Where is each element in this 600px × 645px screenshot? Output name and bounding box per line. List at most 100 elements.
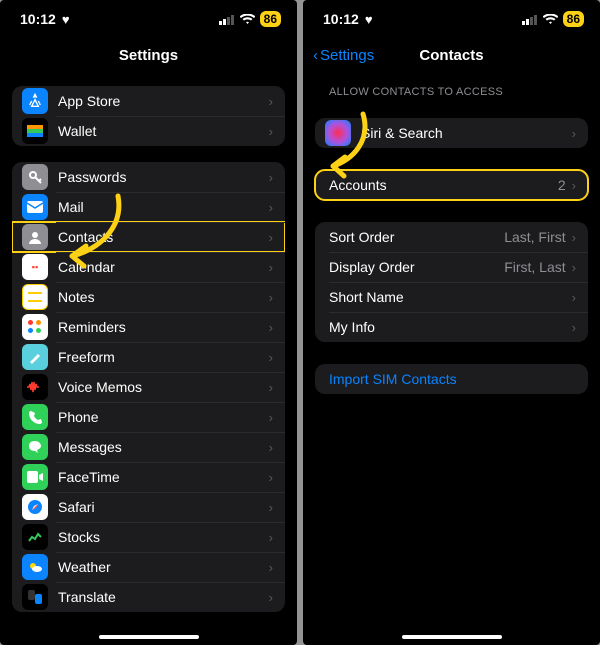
- wifi-icon: [543, 14, 558, 25]
- row-display-order[interactable]: Display OrderFirst, Last ›: [315, 252, 588, 282]
- chevron-right-icon: ›: [269, 320, 273, 335]
- navbar: Settings: [0, 38, 297, 72]
- heart-icon: ♥: [365, 12, 373, 27]
- translate-icon: [22, 584, 48, 610]
- row-mail[interactable]: Mail›: [12, 192, 285, 222]
- row-accounts[interactable]: Accounts 2 ›: [315, 170, 588, 200]
- signal-icon: [522, 14, 538, 25]
- wallet-icon: [22, 118, 48, 144]
- page-title: Contacts: [419, 47, 483, 64]
- row-translate[interactable]: Translate›: [12, 582, 285, 612]
- safari-icon: [22, 494, 48, 520]
- row-label: Reminders: [58, 319, 269, 335]
- row-value: Last, First: [504, 229, 565, 245]
- back-label: Settings: [320, 47, 374, 64]
- row-appstore[interactable]: App Store›: [12, 86, 285, 116]
- chevron-right-icon: ›: [269, 290, 273, 305]
- chevron-right-icon: ›: [572, 178, 576, 193]
- status-bar: 10:12 ♥ 86: [0, 0, 297, 38]
- wifi-icon: [240, 14, 255, 25]
- home-indicator[interactable]: [402, 635, 502, 639]
- row-messages[interactable]: Messages›: [12, 432, 285, 462]
- row-stocks[interactable]: Stocks›: [12, 522, 285, 552]
- heart-icon: ♥: [62, 12, 70, 27]
- row-passwords[interactable]: Passwords›: [12, 162, 285, 192]
- notes-icon: [22, 284, 48, 310]
- reminders-icon: [22, 314, 48, 340]
- siri-icon: [325, 120, 351, 146]
- row-label: My Info: [329, 319, 572, 335]
- passwords-icon: [22, 164, 48, 190]
- back-button[interactable]: ‹ Settings: [313, 47, 374, 64]
- chevron-right-icon: ›: [269, 500, 273, 515]
- row-short-name[interactable]: Short Name›: [315, 282, 588, 312]
- row-label: Short Name: [329, 289, 572, 305]
- row-weather[interactable]: Weather›: [12, 552, 285, 582]
- row-label: Passwords: [58, 169, 269, 185]
- signal-icon: [219, 14, 235, 25]
- chevron-right-icon: ›: [572, 290, 576, 305]
- row-label: Mail: [58, 199, 269, 215]
- row-my-info[interactable]: My Info›: [315, 312, 588, 342]
- row-reminders[interactable]: Reminders›: [12, 312, 285, 342]
- status-time: 10:12: [323, 11, 359, 27]
- row-wallet[interactable]: Wallet›: [12, 116, 285, 146]
- row-label: Accounts: [329, 177, 558, 193]
- section-header: Allow Contacts to Access: [315, 72, 588, 104]
- chevron-right-icon: ›: [269, 470, 273, 485]
- facetime-icon: [22, 464, 48, 490]
- chevron-right-icon: ›: [269, 94, 273, 109]
- row-import-sim[interactable]: Import SIM Contacts: [315, 364, 588, 394]
- row-label: Import SIM Contacts: [329, 371, 576, 387]
- chevron-right-icon: ›: [572, 320, 576, 335]
- mail-icon: [22, 194, 48, 220]
- battery-icon: 86: [260, 11, 281, 27]
- weather-icon: [22, 554, 48, 580]
- row-calendar[interactable]: ▪▪Calendar›: [12, 252, 285, 282]
- chevron-right-icon: ›: [269, 350, 273, 365]
- contacts-icon: [22, 224, 48, 250]
- row-notes[interactable]: Notes›: [12, 282, 285, 312]
- voicememos-icon: [22, 374, 48, 400]
- row-label: Stocks: [58, 529, 269, 545]
- contacts-settings-screen: 10:12 ♥ 86 ‹ Settings Contacts Allow Con…: [303, 0, 600, 645]
- row-label: Translate: [58, 589, 269, 605]
- row-siri-search[interactable]: Siri & Search ›: [315, 118, 588, 148]
- navbar: ‹ Settings Contacts: [303, 38, 600, 72]
- row-sort-order[interactable]: Sort OrderLast, First ›: [315, 222, 588, 252]
- stocks-icon: [22, 524, 48, 550]
- home-indicator[interactable]: [99, 635, 199, 639]
- row-label: Calendar: [58, 259, 269, 275]
- chevron-right-icon: ›: [269, 440, 273, 455]
- chevron-right-icon: ›: [269, 380, 273, 395]
- chevron-right-icon: ›: [269, 124, 273, 139]
- page-title: Settings: [119, 47, 178, 64]
- row-value: 2: [558, 177, 566, 193]
- row-phone[interactable]: Phone›: [12, 402, 285, 432]
- row-facetime[interactable]: FaceTime›: [12, 462, 285, 492]
- row-value: First, Last: [504, 259, 565, 275]
- row-label: Siri & Search: [361, 125, 572, 141]
- row-label: Safari: [58, 499, 269, 515]
- row-label: Sort Order: [329, 229, 504, 245]
- row-freeform[interactable]: Freeform›: [12, 342, 285, 372]
- row-safari[interactable]: Safari›: [12, 492, 285, 522]
- chevron-right-icon: ›: [572, 230, 576, 245]
- row-label: App Store: [58, 93, 269, 109]
- phone-icon: [22, 404, 48, 430]
- chevron-right-icon: ›: [269, 410, 273, 425]
- row-label: Display Order: [329, 259, 504, 275]
- row-label: FaceTime: [58, 469, 269, 485]
- chevron-right-icon: ›: [269, 200, 273, 215]
- freeform-icon: [22, 344, 48, 370]
- row-label: Notes: [58, 289, 269, 305]
- chevron-right-icon: ›: [269, 170, 273, 185]
- row-contacts[interactable]: Contacts›: [12, 222, 285, 252]
- messages-icon: [22, 434, 48, 460]
- row-label: Contacts: [58, 229, 269, 245]
- row-voicememos[interactable]: Voice Memos›: [12, 372, 285, 402]
- chevron-left-icon: ‹: [313, 47, 318, 64]
- chevron-right-icon: ›: [269, 230, 273, 245]
- chevron-right-icon: ›: [572, 260, 576, 275]
- chevron-right-icon: ›: [572, 126, 576, 141]
